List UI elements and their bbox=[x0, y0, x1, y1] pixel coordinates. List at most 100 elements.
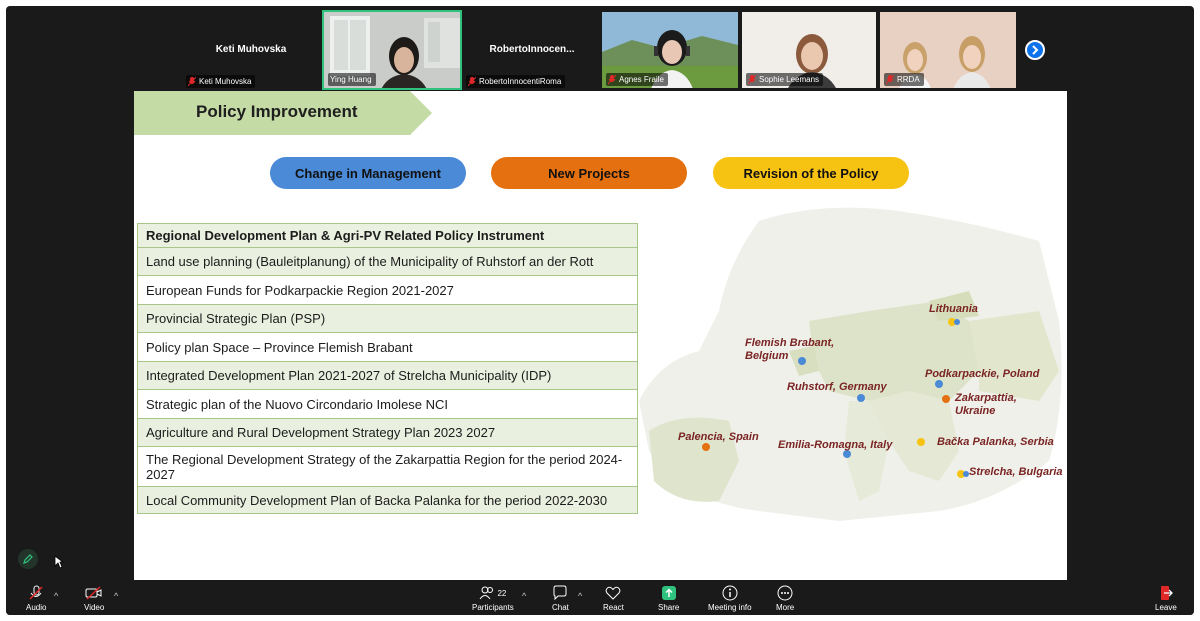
participants-icon: 22 bbox=[479, 585, 506, 601]
map-label-strelcha: Strelcha, Bulgaria bbox=[969, 466, 1063, 478]
table-cell: Land use planning (Bauleitplanung) of th… bbox=[137, 247, 638, 276]
table-header-row: Regional Development Plan & Agri-PV Rela… bbox=[137, 223, 638, 248]
mouse-cursor-icon bbox=[54, 555, 64, 569]
table-cell: Agriculture and Rural Development Strate… bbox=[137, 418, 638, 447]
table-row: European Funds for Podkarpackie Region 2… bbox=[137, 275, 638, 305]
video-options-caret[interactable]: ^ bbox=[114, 591, 118, 601]
participant-tile-rrda[interactable]: RRDA bbox=[878, 10, 1018, 90]
slide-title-band: Policy Improvement bbox=[134, 91, 432, 135]
table-cell: Strategic plan of the Nuovo Circondario … bbox=[137, 389, 638, 419]
participant-label: Sophie Leemans bbox=[746, 73, 824, 86]
heart-icon bbox=[605, 585, 621, 601]
audio-options-caret[interactable]: ^ bbox=[54, 591, 58, 601]
leave-button[interactable]: Leave bbox=[1155, 585, 1177, 612]
meeting-window: Keti Muhovska Keti Muhovska Ying Huang R… bbox=[6, 6, 1194, 615]
marker-palencia bbox=[702, 443, 710, 451]
participant-tile-keti[interactable]: Keti Muhovska Keti Muhovska bbox=[182, 10, 320, 90]
table-cell: The Regional Development Strategy of the… bbox=[137, 446, 638, 487]
meeting-toolbar: Audio ^ Video ^ 22 Participants ^ Chat ^… bbox=[6, 581, 1194, 615]
table-row: Provincial Strategic Plan (PSP) bbox=[137, 304, 638, 333]
marker-backa-palanka bbox=[917, 438, 925, 446]
chat-options-caret[interactable]: ^ bbox=[578, 591, 582, 601]
table-row: Policy plan Space – Province Flemish Bra… bbox=[137, 332, 638, 362]
marker-podkarpackie bbox=[935, 380, 943, 388]
react-label: React bbox=[603, 603, 624, 612]
policy-instrument-table: Regional Development Plan & Agri-PV Rela… bbox=[137, 223, 638, 514]
participant-tile-agnes[interactable]: Agnes Fraile bbox=[600, 10, 740, 90]
table-row: Integrated Development Plan 2021-2027 of… bbox=[137, 361, 638, 390]
participant-label: RobertoInnocentiRoma bbox=[466, 75, 566, 88]
mic-muted-icon bbox=[467, 76, 477, 87]
participants-count: 22 bbox=[497, 588, 507, 598]
annotation-pen-button[interactable] bbox=[18, 549, 38, 569]
table-cell: Local Community Development Plan of Back… bbox=[137, 486, 638, 514]
shared-slide: Policy Improvement Change in Management … bbox=[134, 91, 1067, 580]
audio-button[interactable]: Audio bbox=[26, 585, 46, 612]
share-button[interactable]: Share bbox=[658, 585, 679, 612]
map-label-palencia: Palencia, Spain bbox=[678, 431, 759, 443]
meeting-info-label: Meeting info bbox=[708, 603, 752, 612]
map-label-podkarpackie: Podkarpackie, Poland bbox=[925, 368, 1040, 380]
participants-button[interactable]: 22 Participants bbox=[472, 585, 514, 612]
more-dots-icon bbox=[777, 585, 793, 601]
participant-label: Ying Huang bbox=[328, 73, 376, 86]
info-icon bbox=[722, 585, 738, 601]
map-label-zakarpattia: Zakarpattia, Ukraine bbox=[955, 392, 1017, 417]
pill-revision-of-policy: Revision of the Policy bbox=[713, 157, 909, 189]
participants-label: Participants bbox=[472, 603, 514, 612]
table-cell: Integrated Development Plan 2021-2027 of… bbox=[137, 361, 638, 390]
map-label-backa-palanka: Bačka Palanka, Serbia bbox=[937, 436, 1054, 448]
chat-label: Chat bbox=[552, 603, 569, 612]
marker-zakarpattia bbox=[942, 395, 950, 403]
table-header: Regional Development Plan & Agri-PV Rela… bbox=[137, 223, 638, 248]
table-cell: Policy plan Space – Province Flemish Bra… bbox=[137, 332, 638, 362]
slide-title: Policy Improvement bbox=[196, 102, 358, 121]
map-label-emilia-romagna: Emilia-Romagna, Italy bbox=[778, 439, 893, 451]
participant-name: Keti Muhovska bbox=[215, 44, 287, 55]
react-button[interactable]: React bbox=[603, 585, 624, 612]
chat-icon bbox=[552, 585, 568, 601]
chevron-right-icon bbox=[1032, 45, 1039, 55]
mic-muted-icon bbox=[28, 585, 44, 601]
leave-icon bbox=[1158, 585, 1174, 601]
mic-muted-icon bbox=[747, 74, 757, 85]
audio-label: Audio bbox=[26, 603, 47, 612]
table-cell: Provincial Strategic Plan (PSP) bbox=[137, 304, 638, 333]
participant-tile-sophie[interactable]: Sophie Leemans bbox=[740, 10, 878, 90]
pill-change-in-management: Change in Management bbox=[270, 157, 466, 189]
europe-map: Lithuania Flemish Brabant, Belgium Ruhst… bbox=[639, 201, 1067, 531]
participant-tile-roberto[interactable]: RobertoInnocen... RobertoInnocentiRoma bbox=[462, 10, 602, 90]
next-participants-button[interactable] bbox=[1025, 40, 1045, 60]
chat-button[interactable]: Chat bbox=[552, 585, 569, 612]
pill-new-projects: New Projects bbox=[491, 157, 687, 189]
video-off-icon bbox=[85, 585, 103, 601]
participant-label: Agnes Fraile bbox=[606, 73, 668, 86]
map-label-ruhstorf: Ruhstorf, Germany bbox=[787, 381, 887, 393]
video-label: Video bbox=[84, 603, 105, 612]
meeting-info-button[interactable]: Meeting info bbox=[708, 585, 752, 612]
participant-label: RRDA bbox=[884, 73, 924, 86]
participant-tile-ying[interactable]: Ying Huang bbox=[322, 10, 462, 90]
mic-muted-icon bbox=[187, 76, 197, 87]
participants-options-caret[interactable]: ^ bbox=[522, 591, 526, 601]
marker-ruhstorf bbox=[857, 394, 865, 402]
table-row: The Regional Development Strategy of the… bbox=[137, 446, 638, 487]
share-screen-icon bbox=[661, 585, 677, 601]
mic-muted-icon bbox=[607, 74, 617, 85]
more-label: More bbox=[776, 603, 795, 612]
table-row: Local Community Development Plan of Back… bbox=[137, 486, 638, 514]
table-row: Agriculture and Rural Development Strate… bbox=[137, 418, 638, 447]
participant-name: RobertoInnocen... bbox=[489, 44, 575, 55]
table-row: Strategic plan of the Nuovo Circondario … bbox=[137, 389, 638, 419]
share-label: Share bbox=[658, 603, 680, 612]
leave-label: Leave bbox=[1155, 603, 1177, 612]
mic-muted-icon bbox=[885, 74, 895, 85]
table-row: Land use planning (Bauleitplanung) of th… bbox=[137, 247, 638, 276]
map-label-flemish-brabant: Flemish Brabant, Belgium bbox=[745, 337, 835, 362]
map-markers bbox=[702, 318, 969, 478]
map-label-lithuania: Lithuania bbox=[929, 303, 978, 315]
pen-icon bbox=[23, 554, 33, 564]
video-button[interactable]: Video bbox=[84, 585, 104, 612]
table-cell: European Funds for Podkarpackie Region 2… bbox=[137, 275, 638, 305]
more-button[interactable]: More bbox=[776, 585, 794, 612]
